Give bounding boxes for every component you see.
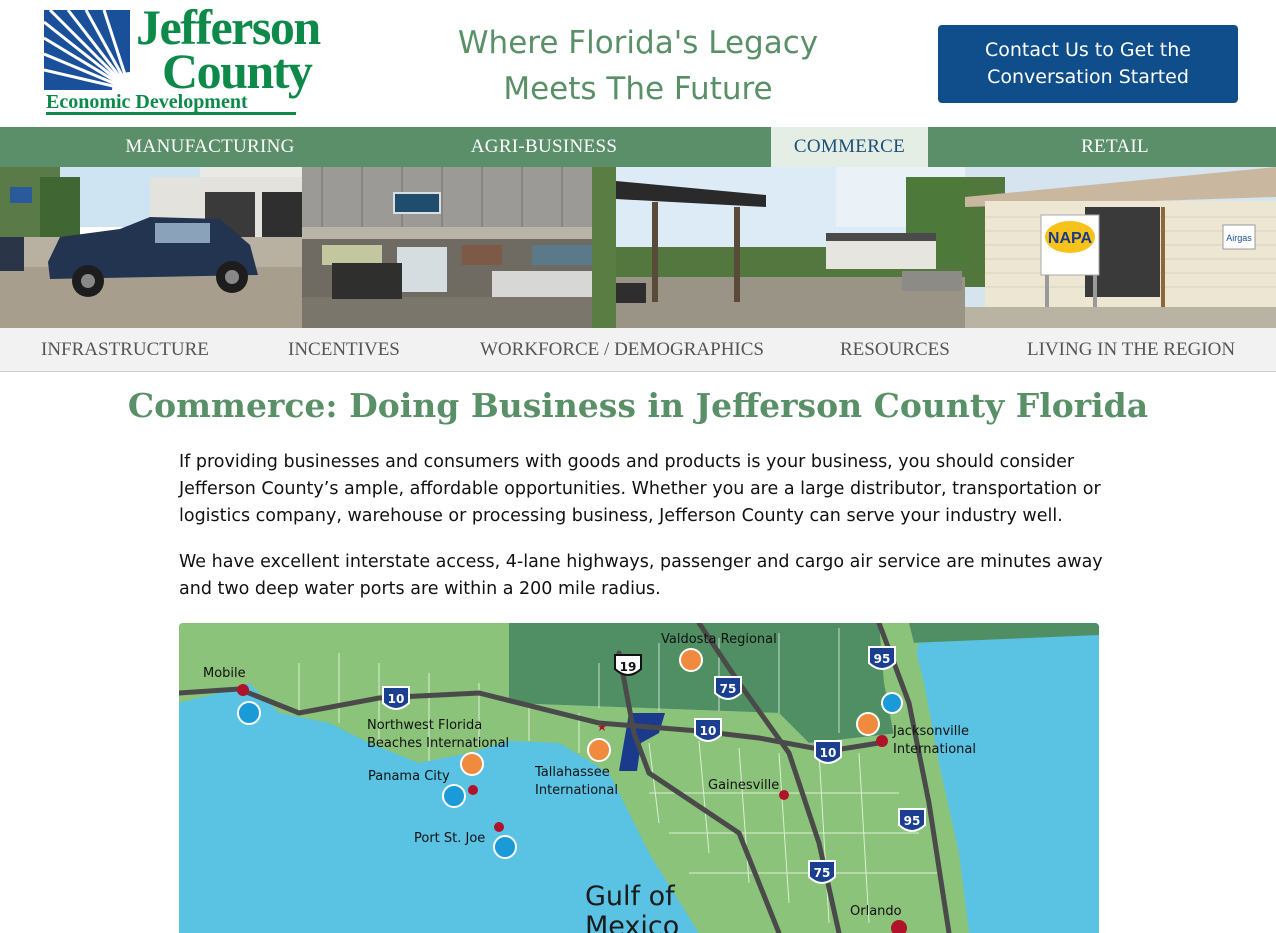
city-dot-port-st-joe <box>494 822 504 832</box>
port-icon-jacksonville <box>881 692 903 714</box>
logo-text-county: County <box>162 43 313 99</box>
us19-label: 19 <box>620 660 637 674</box>
contact-us-button[interactable]: Contact Us to Get the Conversation Start… <box>938 25 1238 103</box>
i95-label-south: 95 <box>904 814 921 828</box>
site-header: Jefferson County Economic Development Wh… <box>0 0 1276 127</box>
i75-label-north: 75 <box>720 682 737 696</box>
photo-napa-store: NAPA Airgas <box>965 167 1276 328</box>
airport-icon-valdosta <box>679 648 703 672</box>
sector-nav: MANUFACTURING AGRI-BUSINESS COMMERCE RET… <box>0 127 1276 167</box>
regional-map: 10 10 10 75 75 95 95 19 Mobile Valdosta … <box>179 623 1099 933</box>
i10-shield-east: 10 <box>814 740 842 764</box>
port-icon-port-st-joe <box>493 835 517 859</box>
photo-auto-shop <box>0 167 302 328</box>
access-paragraph: We have excellent interstate access, 4-l… <box>179 552 1103 599</box>
logo-underline <box>46 112 296 115</box>
map-label-panama-city: Panama City <box>368 769 450 784</box>
map-label-gulf-2: Mexico <box>585 911 679 933</box>
map-label-jacksonville-1: Jacksonville <box>892 724 969 739</box>
logo-text-economic-development: Economic Development <box>46 91 248 113</box>
city-dot-gainesville <box>779 790 789 800</box>
map-label-gainesville: Gainesville <box>708 778 779 793</box>
i95-label-north: 95 <box>874 652 891 666</box>
i10-shield-central: 10 <box>694 718 722 742</box>
nav-item-retail[interactable]: RETAIL <box>966 127 1264 167</box>
i95-shield-north: 95 <box>868 646 896 670</box>
i10-label-central: 10 <box>700 724 717 738</box>
i10-shield-west: 10 <box>382 686 410 710</box>
i95-shield-south: 95 <box>898 808 926 832</box>
city-dot-mobile <box>237 684 249 696</box>
tagline-line-2: Meets The Future <box>503 71 773 107</box>
nav-item-living-in-the-region[interactable]: LIVING IN THE REGION <box>1027 328 1235 372</box>
airport-icon-tallahassee <box>587 738 611 762</box>
map-label-orlando: Orlando <box>850 904 902 919</box>
i10-label-west: 10 <box>388 692 405 706</box>
port-icon-panama-city <box>442 784 466 808</box>
contact-button-line-2: Conversation Started <box>987 66 1189 88</box>
airport-icon-jacksonville <box>856 712 880 736</box>
nav-item-resources[interactable]: RESOURCES <box>840 328 950 372</box>
nav-item-agri-business[interactable]: AGRI-BUSINESS <box>396 127 692 167</box>
map-label-nw-florida-2: Beaches International <box>367 736 509 751</box>
nav-item-incentives[interactable]: INCENTIVES <box>288 328 400 372</box>
nav-item-workforce-demographics[interactable]: WORKFORCE / DEMOGRAPHICS <box>480 328 764 372</box>
city-dot-jacksonville <box>876 735 888 747</box>
page-title: Commerce: Doing Business in Jefferson Co… <box>127 386 1149 425</box>
nav-item-commerce[interactable]: COMMERCE <box>771 127 928 167</box>
i75-label-south: 75 <box>814 866 831 880</box>
map-label-valdosta: Valdosta Regional <box>661 632 777 647</box>
map-label-mobile: Mobile <box>203 666 246 681</box>
photo-storefront <box>302 167 616 328</box>
us19-shield: 19 <box>614 654 642 676</box>
i10-label-east: 10 <box>820 746 837 760</box>
site-tagline: Where Florida's Legacy Meets The Future <box>438 20 838 112</box>
contact-button-line-1: Contact Us to Get the <box>984 39 1191 61</box>
map-label-port-st-joe: Port St. Joe <box>414 831 485 846</box>
map-label-nw-florida-1: Northwest Florida <box>367 718 482 733</box>
airgas-sign-label: Airgas <box>1226 233 1252 243</box>
napa-sign-label: NAPA <box>1048 230 1093 247</box>
map-label-jacksonville-2: International <box>893 742 976 757</box>
secondary-nav: INFRASTRUCTURE INCENTIVES WORKFORCE / DE… <box>0 328 1276 372</box>
photo-strip: NAPA Airgas <box>0 167 1276 328</box>
nav-item-manufacturing[interactable]: MANUFACTURING <box>62 127 358 167</box>
i75-shield-north: 75 <box>714 676 742 700</box>
nav-item-infrastructure[interactable]: INFRASTRUCTURE <box>41 328 209 372</box>
city-dot-panama-city <box>468 785 478 795</box>
sunburst-logo-icon <box>44 10 130 90</box>
map-label-tallahassee-2: International <box>535 783 618 798</box>
tagline-line-1: Where Florida's Legacy <box>457 25 819 61</box>
map-label-gulf-1: Gulf of <box>585 881 676 912</box>
intro-paragraph: If providing businesses and consumers wi… <box>179 452 1101 526</box>
airport-icon-nw-florida <box>460 752 484 776</box>
i75-shield-south: 75 <box>808 860 836 884</box>
port-icon-mobile <box>237 701 261 725</box>
map-label-tallahassee-1: Tallahassee <box>534 765 610 780</box>
photo-gas-station <box>616 167 965 328</box>
site-logo[interactable]: Jefferson County Economic Development <box>44 2 344 118</box>
